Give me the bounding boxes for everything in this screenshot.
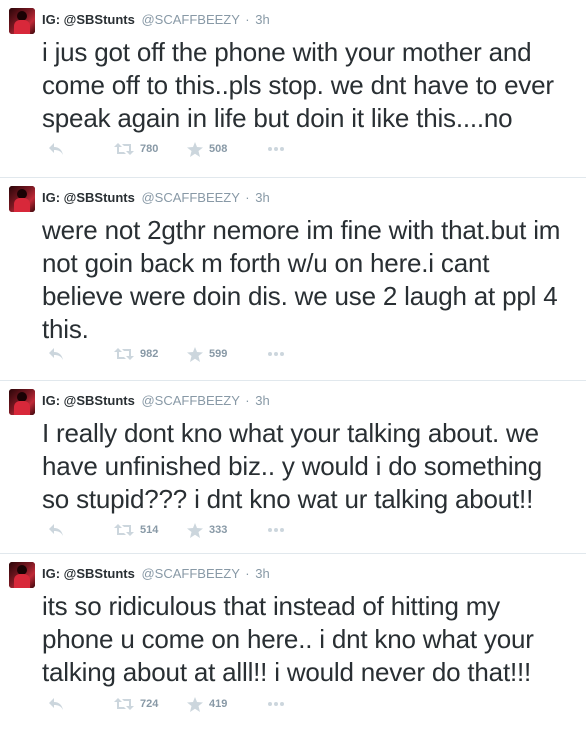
tweet-text: I really dont kno what your talking abou… [42, 418, 542, 514]
reply-icon [49, 698, 63, 710]
separator: · [245, 566, 250, 581]
more-button[interactable] [267, 141, 285, 157]
more-button[interactable] [267, 346, 285, 362]
avatar[interactable] [9, 186, 35, 212]
reply-button[interactable] [48, 141, 64, 157]
more-icon [268, 702, 284, 706]
display-name[interactable]: IG: @SBStunts [42, 566, 135, 581]
display-name[interactable]: IG: @SBStunts [42, 190, 135, 205]
retweet-icon [114, 524, 134, 536]
reply-button[interactable] [48, 696, 64, 712]
star-icon [187, 696, 203, 712]
favorite-button[interactable]: 508 [187, 141, 227, 157]
favorite-count: 599 [209, 348, 228, 360]
retweet-button[interactable]: 780 [114, 141, 158, 157]
tweet-header: IG: @SBStunts @SCAFFBEEZY · 3h [42, 566, 270, 582]
username[interactable]: @SCAFFBEEZY [141, 190, 239, 205]
retweet-count: 982 [140, 348, 159, 360]
retweet-icon [114, 698, 134, 710]
star-icon [187, 141, 203, 157]
tweet-text: its so ridiculous that instead of hittin… [42, 591, 534, 687]
username[interactable]: @SCAFFBEEZY [141, 566, 239, 581]
retweet-button[interactable]: 724 [114, 696, 158, 712]
tweet-header: IG: @SBStunts @SCAFFBEEZY · 3h [42, 12, 270, 28]
more-icon [268, 352, 284, 356]
timestamp[interactable]: 3h [255, 12, 269, 27]
tweet[interactable]: IG: @SBStunts @SCAFFBEEZY · 3h were not … [0, 178, 586, 381]
timestamp[interactable]: 3h [255, 190, 269, 205]
tweet-text: were not 2gthr nemore im fine with that.… [42, 215, 561, 344]
favorite-button[interactable]: 333 [187, 522, 227, 538]
more-button[interactable] [267, 522, 285, 538]
tweet-text: i jus got off the phone with your mother… [42, 37, 554, 133]
display-name[interactable]: IG: @SBStunts [42, 393, 135, 408]
retweet-count: 514 [140, 524, 159, 536]
reply-button[interactable] [48, 522, 64, 538]
timestamp[interactable]: 3h [255, 566, 269, 581]
star-icon [187, 522, 203, 538]
retweet-count: 724 [140, 698, 159, 710]
tweet[interactable]: IG: @SBStunts @SCAFFBEEZY · 3h I really … [0, 381, 586, 554]
retweet-icon [114, 348, 134, 360]
favorite-count: 419 [209, 698, 228, 710]
username[interactable]: @SCAFFBEEZY [141, 12, 239, 27]
favorite-count: 508 [209, 143, 228, 155]
reply-icon [49, 348, 63, 360]
star-icon [187, 346, 203, 362]
avatar[interactable] [9, 8, 35, 34]
username[interactable]: @SCAFFBEEZY [141, 393, 239, 408]
tweet-header: IG: @SBStunts @SCAFFBEEZY · 3h [42, 190, 270, 206]
timestamp[interactable]: 3h [255, 393, 269, 408]
more-button[interactable] [267, 696, 285, 712]
avatar[interactable] [9, 562, 35, 588]
separator: · [245, 12, 250, 27]
favorite-button[interactable]: 599 [187, 346, 227, 362]
separator: · [245, 190, 250, 205]
tweet[interactable]: IG: @SBStunts @SCAFFBEEZY · 3h i jus got… [0, 0, 586, 178]
favorite-count: 333 [209, 524, 228, 536]
more-icon [268, 528, 284, 532]
separator: · [245, 393, 250, 408]
reply-button[interactable] [48, 346, 64, 362]
retweet-icon [114, 143, 134, 155]
retweet-button[interactable]: 982 [114, 346, 158, 362]
tweet[interactable]: IG: @SBStunts @SCAFFBEEZY · 3h its so ri… [0, 554, 586, 730]
reply-icon [49, 143, 63, 155]
reply-icon [49, 524, 63, 536]
avatar[interactable] [9, 389, 35, 415]
display-name[interactable]: IG: @SBStunts [42, 12, 135, 27]
retweet-button[interactable]: 514 [114, 522, 158, 538]
tweet-header: IG: @SBStunts @SCAFFBEEZY · 3h [42, 393, 270, 409]
more-icon [268, 147, 284, 151]
favorite-button[interactable]: 419 [187, 696, 227, 712]
retweet-count: 780 [140, 143, 159, 155]
